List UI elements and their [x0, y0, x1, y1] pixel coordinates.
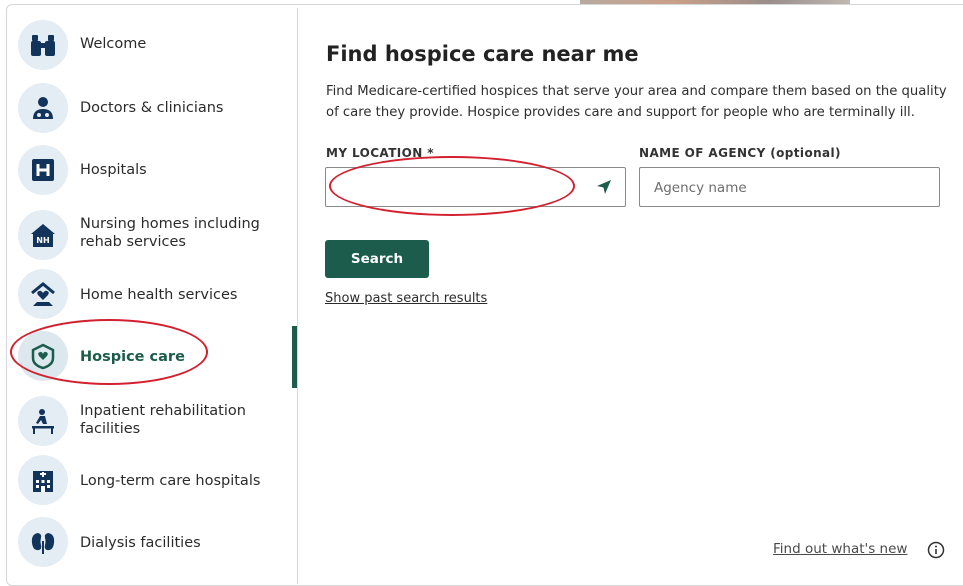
active-item-indicator — [292, 326, 297, 388]
location-input[interactable] — [338, 169, 582, 207]
agency-name-input[interactable] — [652, 169, 896, 207]
location-field[interactable] — [325, 167, 626, 207]
svg-text:NH: NH — [36, 236, 49, 245]
rehab-icon — [18, 396, 68, 446]
sidebar-item-inpatient-rehab[interactable]: Inpatient rehabilitation facilities — [7, 394, 296, 448]
doctor-icon — [18, 83, 68, 133]
current-location-arrow-icon[interactable] — [595, 178, 613, 196]
binoculars-icon — [18, 20, 68, 70]
sidebar-item-label: Dialysis facilities — [80, 535, 201, 551]
hospital-h-icon — [18, 145, 68, 195]
agency-label: NAME OF AGENCY (optional) — [639, 146, 841, 160]
sidebar-item-label: Long-term care hospitals — [80, 473, 261, 489]
sidebar-item-label: Nursing homes including rehab services — [80, 216, 260, 250]
sidebar-item-label: Doctors & clinicians — [80, 100, 224, 116]
provider-type-sidebar: Welcome Doctors & clinicians Hospitals N… — [7, 8, 298, 584]
sidebar-item-dialysis[interactable]: Dialysis facilities — [7, 517, 296, 567]
sidebar-item-welcome[interactable]: Welcome — [7, 20, 296, 70]
sidebar-item-label: Hospitals — [80, 162, 147, 178]
hospital-building-icon — [18, 455, 68, 505]
home-health-icon — [18, 269, 68, 319]
page-description: Find Medicare-certified hospices that se… — [326, 84, 947, 120]
sidebar-item-home-health[interactable]: Home health services — [7, 269, 296, 319]
sidebar-item-doctors-clinicians[interactable]: Doctors & clinicians — [7, 83, 296, 133]
sidebar-item-hospitals[interactable]: Hospitals — [7, 145, 296, 195]
hospice-heart-hands-icon — [18, 331, 68, 381]
page-title: Find hospice care near me — [326, 42, 639, 66]
show-past-search-results-link[interactable]: Show past search results — [325, 291, 487, 306]
sidebar-item-nursing-homes[interactable]: NH Nursing homes including rehab service… — [7, 208, 296, 262]
nursing-home-icon: NH — [18, 210, 68, 260]
sidebar-item-label: Inpatient rehabilitation facilities — [80, 403, 246, 437]
search-button[interactable]: Search — [325, 240, 429, 278]
find-out-whats-new-link[interactable]: Find out what's new — [773, 541, 907, 557]
location-label: MY LOCATION * — [326, 146, 434, 160]
kidney-icon — [18, 517, 68, 567]
info-icon[interactable] — [927, 541, 945, 559]
sidebar-item-label: Home health services — [80, 287, 238, 303]
sidebar-item-label: Hospice care — [80, 349, 185, 365]
sidebar-item-hospice-care[interactable]: Hospice care — [7, 331, 296, 381]
sidebar-item-long-term-care[interactable]: Long-term care hospitals — [7, 455, 296, 505]
sidebar-item-label: Welcome — [80, 36, 147, 52]
agency-field[interactable] — [639, 167, 940, 207]
